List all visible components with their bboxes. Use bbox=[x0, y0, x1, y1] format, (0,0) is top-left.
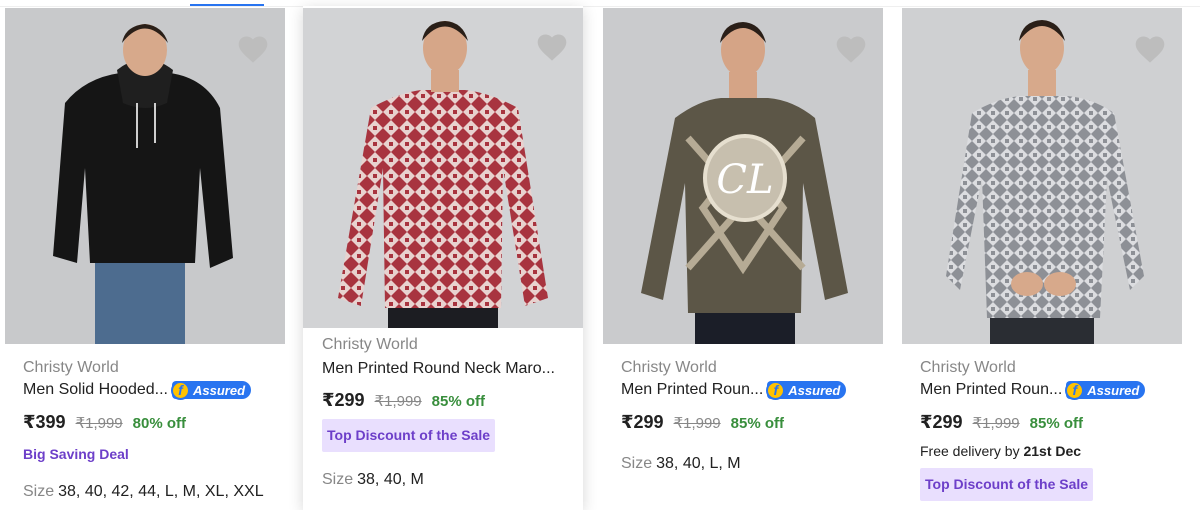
selling-price: ₹399 bbox=[23, 412, 66, 432]
deal-label: Big Saving Deal bbox=[23, 446, 129, 462]
product-card[interactable]: Christy World Men Printed Roun... f Assur… bbox=[897, 8, 1187, 510]
product-brand: Christy World bbox=[621, 359, 717, 376]
selling-price: ₹299 bbox=[920, 412, 963, 432]
discount-percent: 85% off bbox=[730, 415, 784, 432]
product-title[interactable]: Men Printed Round Neck Maro... bbox=[322, 360, 555, 378]
wishlist-heart-icon[interactable] bbox=[834, 34, 868, 64]
product-brand: Christy World bbox=[322, 336, 418, 353]
original-price: ₹1,999 bbox=[374, 393, 422, 410]
divider bbox=[0, 6, 1200, 7]
product-card[interactable]: Christy World Men Solid Hooded... f Assur… bbox=[0, 8, 290, 510]
delivery-info: Free delivery by 21st Dec bbox=[920, 443, 1082, 459]
product-brand: Christy World bbox=[23, 359, 119, 376]
assured-badge: f Assured bbox=[766, 380, 847, 400]
size-info: Size 38, 40, M bbox=[322, 471, 424, 488]
assured-icon: f bbox=[1065, 380, 1085, 400]
size-info: Size 38, 40, 42, 44, L, M, XL, XXL bbox=[23, 483, 264, 500]
product-title[interactable]: Men Printed Roun... bbox=[920, 381, 1062, 399]
assured-icon: f bbox=[170, 380, 190, 400]
size-info: Size 38, 40, L, M bbox=[621, 455, 741, 472]
original-price: ₹1,999 bbox=[75, 415, 123, 432]
assured-badge: f Assured bbox=[1065, 380, 1146, 400]
product-card[interactable]: CL Christy World Men Printed Roun... f As… bbox=[598, 8, 888, 510]
product-card[interactable]: Christy World Men Printed Round Neck Mar… bbox=[303, 6, 583, 510]
product-title[interactable]: Men Printed Roun... bbox=[621, 381, 763, 399]
wishlist-heart-icon[interactable] bbox=[1133, 34, 1167, 64]
assured-badge: f Assured bbox=[170, 380, 252, 400]
wishlist-heart-icon[interactable] bbox=[535, 32, 569, 62]
original-price: ₹1,999 bbox=[673, 415, 721, 432]
product-title[interactable]: Men Solid Hooded... bbox=[23, 381, 168, 399]
sale-tag: Top Discount of the Sale bbox=[322, 419, 496, 452]
discount-percent: 85% off bbox=[1029, 415, 1083, 432]
discount-percent: 80% off bbox=[132, 415, 186, 432]
wishlist-heart-icon[interactable] bbox=[236, 34, 270, 64]
selling-price: ₹299 bbox=[322, 390, 365, 410]
selling-price: ₹299 bbox=[621, 412, 664, 432]
original-price: ₹1,999 bbox=[972, 415, 1020, 432]
svg-text:CL: CL bbox=[716, 157, 773, 203]
product-brand: Christy World bbox=[920, 359, 1016, 376]
assured-icon: f bbox=[766, 380, 786, 400]
sale-tag: Top Discount of the Sale bbox=[920, 468, 1094, 501]
discount-percent: 85% off bbox=[431, 393, 485, 410]
